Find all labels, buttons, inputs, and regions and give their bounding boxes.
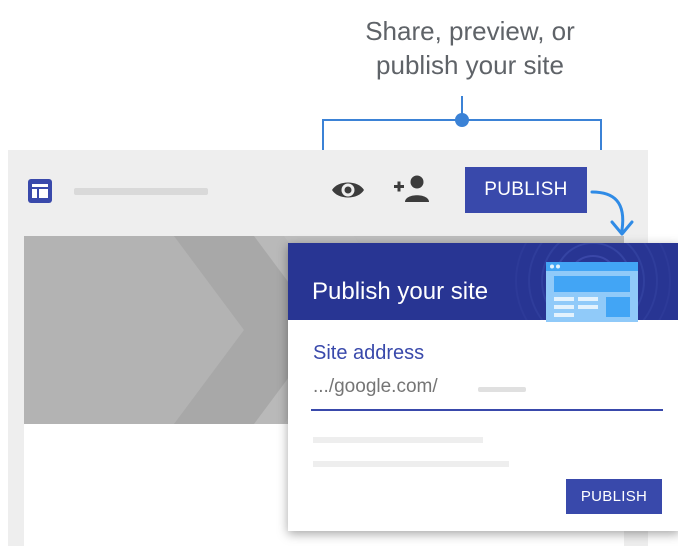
callout-line-1: Share, preview, or: [365, 16, 575, 46]
placeholder-line: [313, 461, 509, 467]
site-address-input[interactable]: .../google.com/: [313, 376, 438, 398]
person-add-icon[interactable]: [392, 172, 432, 204]
callout-dot: [455, 113, 469, 127]
website-illustration-icon: [546, 262, 638, 322]
callout-text: Share, preview, or publish your site: [330, 14, 610, 82]
site-address-placeholder: [478, 387, 526, 392]
site-address-label: Site address: [313, 342, 425, 364]
site-address-underline: [311, 409, 663, 411]
site-title-placeholder: [74, 188, 208, 195]
placeholder-line: [313, 437, 483, 443]
arrow-down-icon: [590, 190, 634, 236]
publish-button[interactable]: PUBLISH: [465, 167, 587, 213]
site-layout-icon[interactable]: [27, 178, 53, 204]
dialog-publish-button[interactable]: PUBLISH: [566, 479, 662, 514]
dialog-title: Publish your site: [312, 278, 489, 305]
eye-icon[interactable]: [330, 177, 366, 203]
callout-line-2: publish your site: [376, 50, 564, 80]
